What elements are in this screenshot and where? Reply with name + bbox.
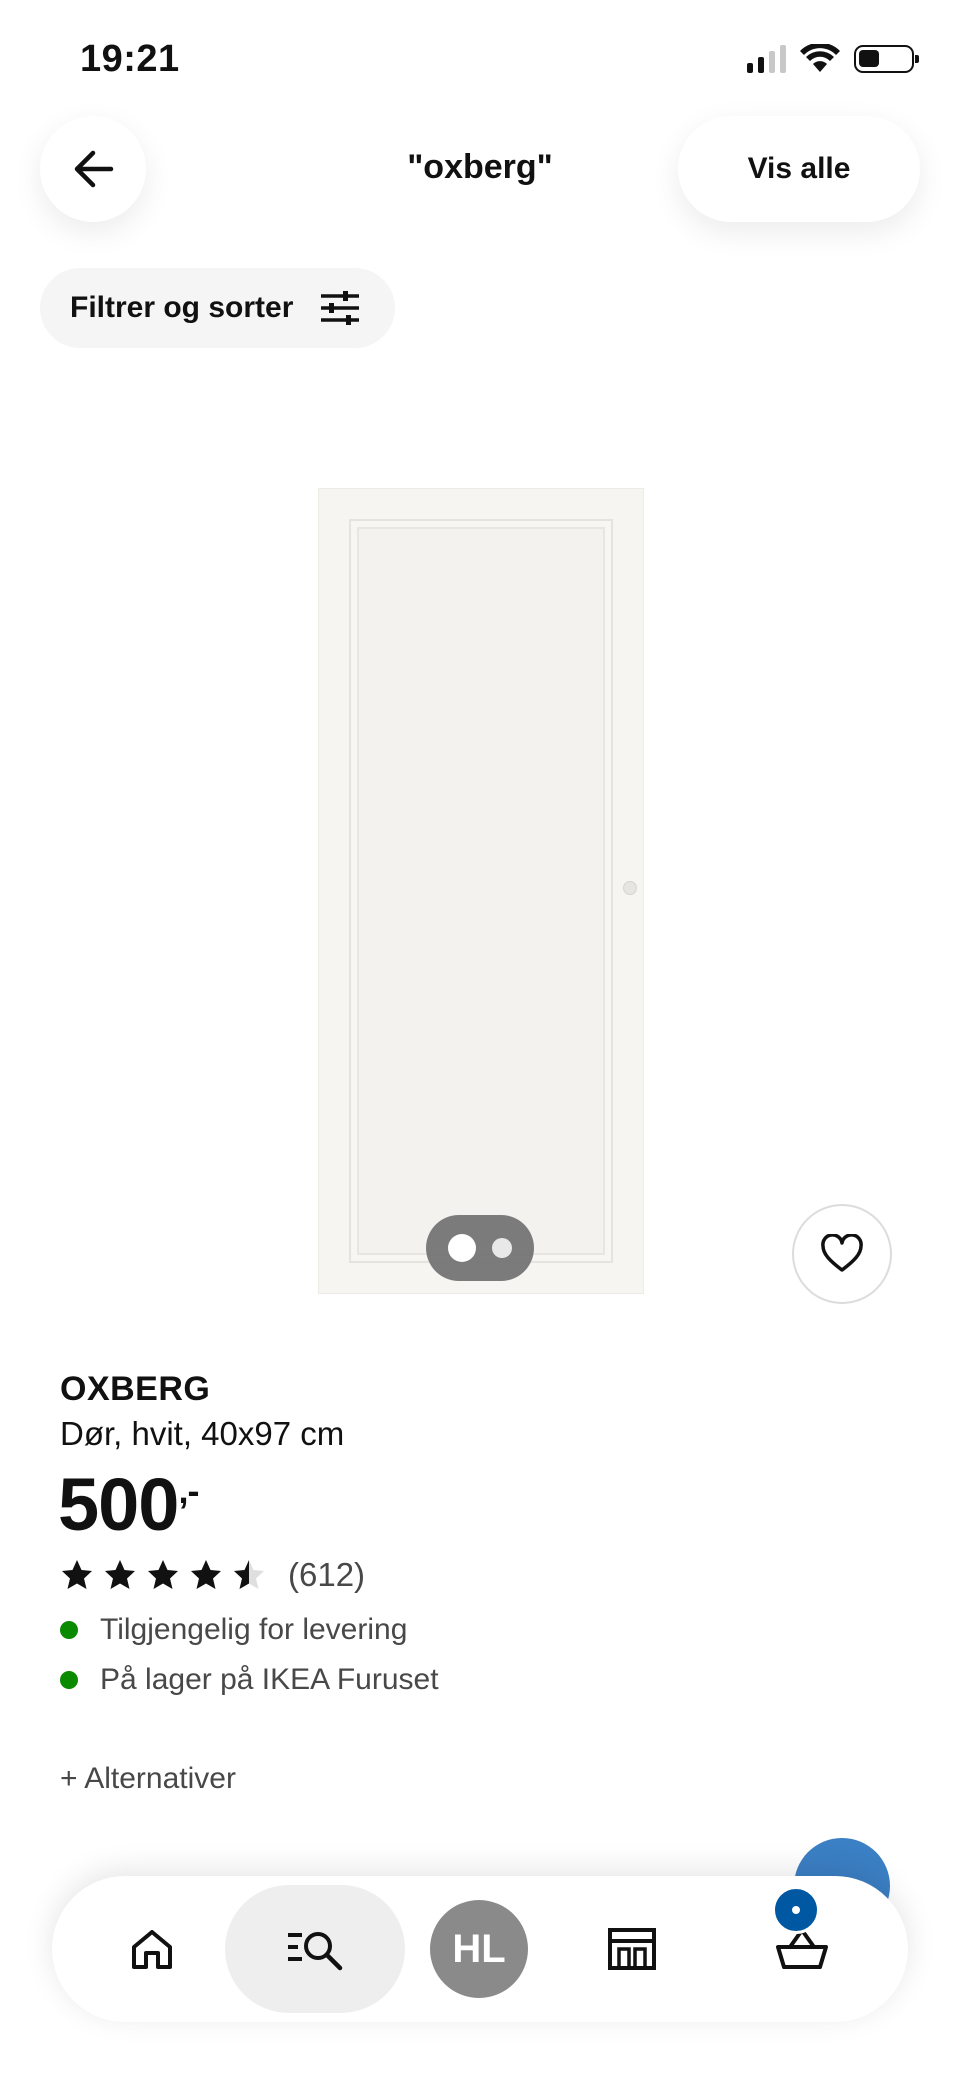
alternatives-link[interactable]: + Alternativer — [60, 1762, 236, 1796]
review-count: (612) — [288, 1556, 366, 1593]
star-full-icon — [105, 1560, 135, 1589]
product-price: 500,- — [58, 1462, 199, 1547]
price-value: 500 — [58, 1463, 179, 1546]
nav-search[interactable] — [225, 1885, 405, 2013]
availability-text: På lager på IKEA Furuset — [100, 1663, 439, 1696]
heart-icon — [821, 1234, 863, 1272]
product-name[interactable]: OXBERG — [60, 1370, 210, 1409]
basket-icon — [776, 1931, 828, 1969]
battery-icon — [854, 45, 919, 73]
price-suffix: ,- — [178, 1470, 199, 1511]
availability-text: Tilgjengelig for levering — [100, 1613, 408, 1646]
door-panel — [349, 519, 613, 1263]
star-full-icon — [191, 1560, 221, 1589]
product-image[interactable] — [318, 488, 644, 1294]
search-list-icon — [288, 1932, 343, 1971]
pagination-dot-active[interactable] — [448, 1234, 476, 1262]
nav-profile-avatar[interactable]: HL — [430, 1900, 528, 1998]
pagination-dot[interactable] — [492, 1238, 512, 1258]
cart-badge — [772, 1886, 820, 1934]
availability-delivery: Tilgjengelig for levering — [60, 1613, 407, 1647]
wifi-icon — [800, 44, 840, 72]
nav-home[interactable] — [92, 1876, 212, 2022]
nav-stores[interactable] — [572, 1876, 692, 2022]
status-time: 19:21 — [80, 38, 180, 80]
star-half-icon — [234, 1560, 264, 1589]
home-icon — [132, 1930, 172, 1969]
product-description: Dør, hvit, 40x97 cm — [60, 1415, 345, 1452]
image-pagination[interactable] — [426, 1215, 534, 1281]
favorite-button[interactable] — [792, 1204, 892, 1304]
product-search-page: 19:21 "oxberg" Vis alle Filtrer og sorte… — [0, 0, 960, 2078]
filter-sort-button[interactable]: Filtrer og sorter — [40, 268, 395, 348]
door-knob — [623, 881, 637, 895]
show-all-button[interactable]: Vis alle — [678, 116, 920, 222]
status-dot-icon — [60, 1621, 78, 1639]
rating-stars — [60, 1558, 266, 1592]
availability-store: På lager på IKEA Furuset — [60, 1663, 439, 1697]
product-rating[interactable]: (612) — [60, 1556, 365, 1594]
filter-sort-label: Filtrer og sorter — [70, 291, 294, 324]
status-dot-icon — [60, 1671, 78, 1689]
sliders-icon — [321, 291, 360, 325]
cellular-signal-icon — [747, 45, 786, 73]
status-icons — [747, 44, 919, 74]
star-full-icon — [148, 1560, 178, 1589]
star-full-icon — [62, 1560, 92, 1589]
store-icon — [608, 1928, 656, 1970]
badge-dot — [792, 1906, 800, 1914]
